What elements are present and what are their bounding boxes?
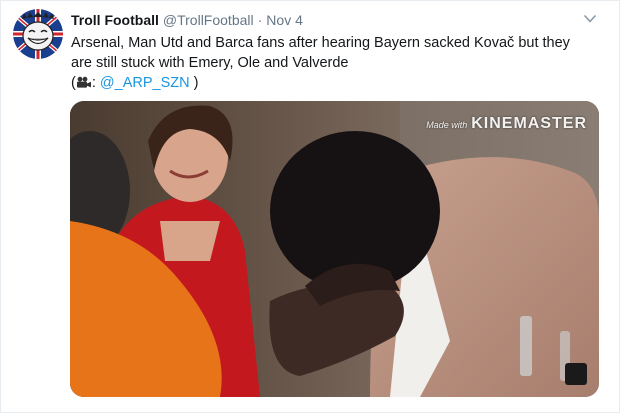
tweet-card[interactable]: Troll Football @TrollFootball · Nov 4 Arsen…	[0, 0, 620, 413]
chevron-down-icon[interactable]	[583, 13, 597, 25]
avatar[interactable]	[13, 9, 63, 59]
credit-close-paren: )	[193, 75, 199, 91]
kinemaster-corner-icon	[565, 363, 587, 385]
tweet-text-line-1: Arsenal, Man Utd and Barca fans after he…	[71, 35, 570, 51]
troll-face-avatar-icon	[13, 9, 63, 59]
credit-mention-link[interactable]: @_ARP_SZN	[100, 75, 190, 91]
tweet-text-line-2: are still stuck with Emery, Ole and Valv…	[71, 55, 349, 71]
video-frame-image	[70, 101, 599, 397]
tweet-credit-line: (: @_ARP_SZN )	[71, 73, 601, 93]
tweet-header: Troll Football @TrollFootball · Nov 4	[71, 11, 599, 29]
video-media[interactable]: Made with KINEMASTER	[70, 101, 599, 397]
display-name[interactable]: Troll Football	[71, 12, 159, 28]
watermark-small-text: Made with	[426, 120, 468, 130]
credit-colon: :	[91, 75, 96, 91]
tweet-text: Arsenal, Man Utd and Barca fans after he…	[71, 33, 601, 93]
user-handle[interactable]: @TrollFootball	[163, 12, 254, 28]
watermark-brand-text: KINEMASTER	[471, 115, 587, 132]
video-watermark: Made with KINEMASTER	[426, 115, 587, 133]
separator-dot: ·	[257, 12, 263, 28]
movie-camera-icon	[76, 76, 91, 88]
tweet-timestamp[interactable]: Nov 4	[266, 12, 303, 28]
